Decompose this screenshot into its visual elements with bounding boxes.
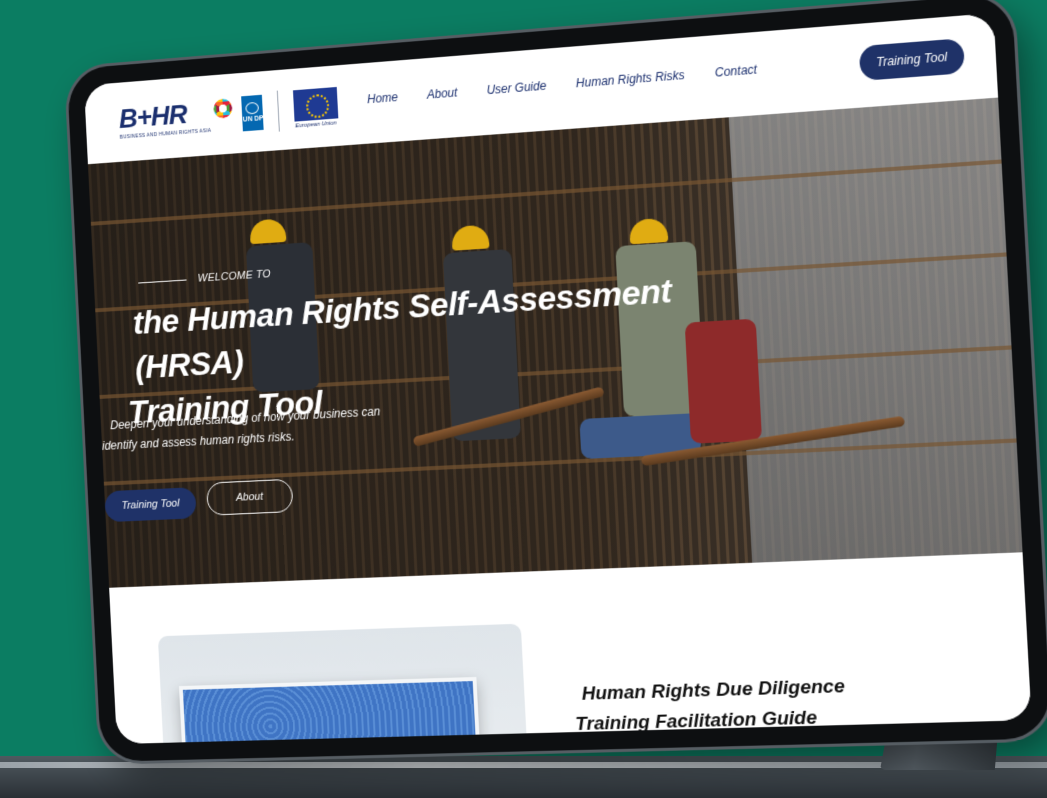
training-tool-button[interactable]: Training Tool <box>104 487 197 522</box>
hard-hat-icon <box>629 218 668 245</box>
eu-logo: European Union <box>293 87 339 129</box>
welcome-line <box>138 279 186 283</box>
hard-hat-icon <box>249 218 286 244</box>
website-screen: B+HR BUSINESS AND HUMAN RIGHTS ASIA UN D… <box>84 13 1032 744</box>
undp-logo-text: UN DP <box>243 115 264 124</box>
nav-link-home[interactable]: Home <box>367 90 398 106</box>
bhr-logo[interactable]: B+HR BUSINESS AND HUMAN RIGHTS ASIA <box>118 99 211 141</box>
bhr-logo-text: B+HR <box>118 99 187 134</box>
about-button[interactable]: About <box>206 479 293 516</box>
sdg-ring-icon <box>213 98 233 119</box>
nav-link-about[interactable]: About <box>427 86 458 102</box>
nav-link-human-rights-risks[interactable]: Human Rights Risks <box>576 68 685 90</box>
eu-flag-icon <box>293 87 338 122</box>
main-nav: Home About User Guide Human Rights Risks… <box>367 62 758 106</box>
hero-section: WELCOME TO the Human Rights Self-Assessm… <box>88 98 1023 588</box>
nav-link-contact[interactable]: Contact <box>715 62 758 79</box>
logo-group[interactable]: B+HR BUSINESS AND HUMAN RIGHTS ASIA UN D… <box>118 83 339 146</box>
eu-label: European Union <box>295 120 337 129</box>
logo-divider <box>277 91 280 132</box>
guide-cover-image <box>179 677 482 744</box>
un-globe-icon <box>246 102 260 115</box>
undp-logo: UN DP <box>242 95 265 132</box>
guide-title: Human Rights Due Diligence Training Faci… <box>573 672 847 740</box>
nav-link-user-guide[interactable]: User Guide <box>486 79 546 97</box>
hard-hat-icon <box>451 225 489 251</box>
training-tool-nav-button[interactable]: Training Tool <box>859 38 965 81</box>
tablet-bezel: B+HR BUSINESS AND HUMAN RIGHTS ASIA UN D… <box>67 0 1047 762</box>
tablet-device: B+HR BUSINESS AND HUMAN RIGHTS ASIA UN D… <box>67 0 1047 762</box>
guide-title-line2: Training Facilitation Guide <box>575 702 848 740</box>
